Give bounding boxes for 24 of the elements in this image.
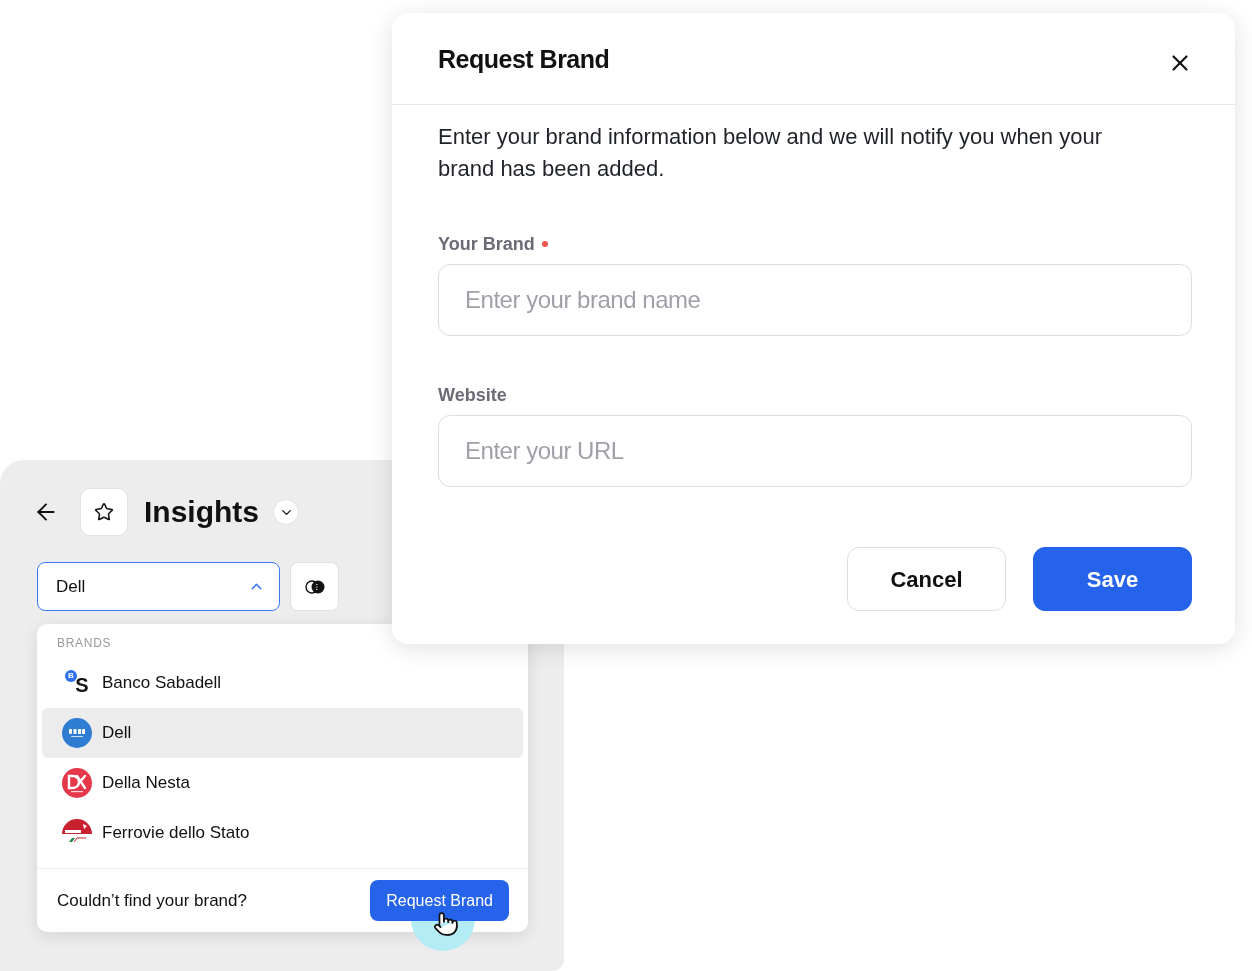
- logo-badge: B: [65, 670, 77, 682]
- title-menu-button[interactable]: [273, 499, 299, 525]
- monogram-logo-icon: [62, 768, 92, 798]
- modal-description: Enter your brand information below and we will notify you when your brand has been added.: [438, 123, 1104, 183]
- favorite-button[interactable]: [80, 488, 128, 536]
- text-input[interactable]: Enter your brand name: [438, 264, 1192, 336]
- brand-select[interactable]: Dell: [37, 562, 280, 611]
- field-label: Your Brand: [438, 233, 535, 256]
- compare-button[interactable]: [290, 562, 339, 611]
- text-input[interactable]: Enter your URL: [438, 415, 1192, 487]
- section-label: BRANDS: [57, 635, 113, 651]
- field-label: Website: [438, 384, 507, 407]
- disc-logo-icon: [62, 718, 92, 748]
- star-icon: [94, 502, 114, 522]
- logo-letter: S: [75, 674, 89, 696]
- hand-cursor-icon: [433, 909, 459, 939]
- save-button[interactable]: Save: [1033, 547, 1192, 611]
- page-title: Insights: [144, 494, 259, 530]
- brand-option[interactable]: Dell: [42, 708, 523, 758]
- modal-title: Request Brand: [438, 43, 610, 74]
- overlapping-circles-icon: [304, 579, 325, 594]
- cancel-button[interactable]: Cancel: [847, 547, 1006, 611]
- footer-prompt: Couldn’t find your brand?: [57, 889, 247, 912]
- request-brand-button[interactable]: Request Brand: [370, 880, 509, 921]
